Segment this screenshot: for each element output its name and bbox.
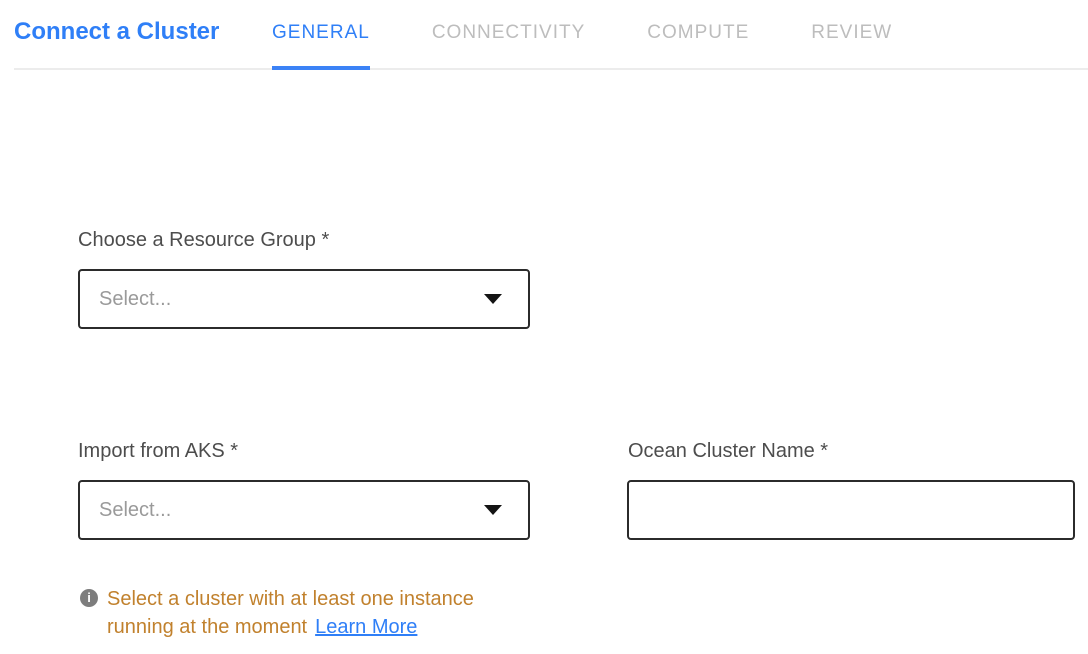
import-aks-placeholder: Select... — [99, 499, 171, 522]
info-note: i Select a cluster with at least one ins… — [80, 585, 509, 641]
resource-group-select[interactable]: Select... — [78, 269, 530, 329]
dropdown-caret-icon — [484, 294, 502, 304]
learn-more-link[interactable]: Learn More — [315, 616, 417, 638]
import-aks-select[interactable]: Select... — [78, 480, 530, 540]
info-icon: i — [80, 589, 98, 607]
page-title: Connect a Cluster — [14, 17, 219, 47]
ocean-cluster-name-label: Ocean Cluster Name * — [628, 439, 828, 463]
tab-connectivity[interactable]: CONNECTIVITY — [432, 0, 585, 70]
tab-general[interactable]: GENERAL — [272, 0, 370, 70]
resource-group-label: Choose a Resource Group * — [78, 228, 329, 252]
ocean-cluster-name-input[interactable] — [627, 480, 1075, 540]
tab-compute[interactable]: COMPUTE — [647, 0, 749, 70]
info-note-message: Select a cluster with at least one insta… — [107, 588, 474, 638]
info-note-text: Select a cluster with at least one insta… — [107, 585, 509, 641]
resource-group-placeholder: Select... — [99, 288, 171, 311]
tab-review[interactable]: REVIEW — [811, 0, 892, 70]
dropdown-caret-icon — [484, 505, 502, 515]
import-aks-label: Import from AKS * — [78, 439, 238, 463]
wizard-tabs: GENERAL CONNECTIVITY COMPUTE REVIEW — [272, 0, 892, 70]
connect-cluster-page: Connect a Cluster GENERAL CONNECTIVITY C… — [0, 0, 1088, 654]
